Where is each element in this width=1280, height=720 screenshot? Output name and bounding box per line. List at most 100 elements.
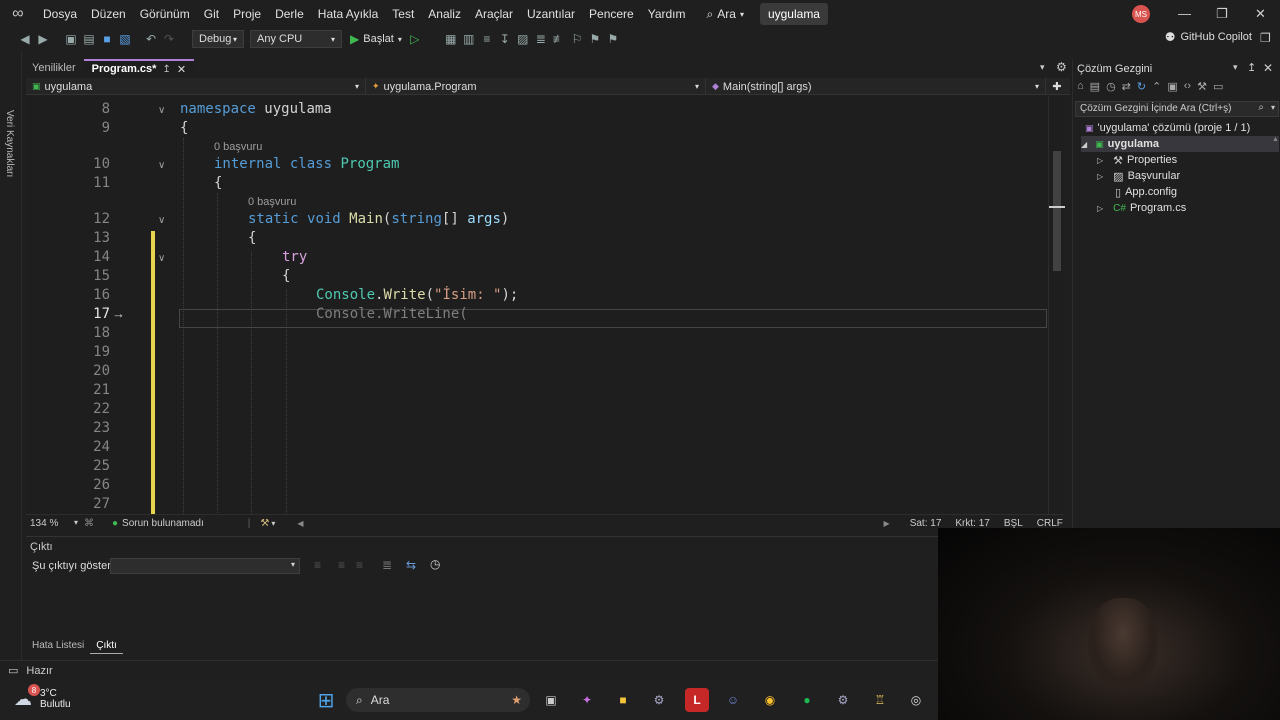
- spotify-icon[interactable]: ●: [795, 688, 819, 712]
- restore-icon[interactable]: ❐: [1216, 6, 1228, 22]
- menu-proje[interactable]: Proje: [226, 7, 268, 21]
- visual-studio-logo-icon[interactable]: ∞: [0, 0, 36, 28]
- menu-analiz[interactable]: Analiz: [421, 7, 468, 21]
- windows-start-icon[interactable]: ⊞: [314, 688, 338, 712]
- scroll-right-icon[interactable]: ▶: [884, 519, 890, 528]
- output-source-select[interactable]: ▾: [110, 558, 300, 574]
- tab-yenilikler[interactable]: Yenilikler: [24, 59, 84, 77]
- references-codelens[interactable]: 0 başvuru: [214, 141, 262, 153]
- solution-explorer-search[interactable]: Çözüm Gezgini İçinde Ara (Ctrl+ş) ⌕ ▾: [1075, 101, 1279, 117]
- comment-icon[interactable]: ≣: [532, 32, 550, 46]
- minimize-icon[interactable]: —: [1178, 6, 1191, 21]
- prev-bookmark-icon[interactable]: ⚑: [586, 32, 604, 46]
- word-wrap-icon[interactable]: ⇆: [406, 558, 416, 572]
- code-view-icon[interactable]: ‹›: [1184, 80, 1191, 96]
- type-dropdown[interactable]: ✦ uygulama.Program ▾: [366, 78, 706, 95]
- format-icon[interactable]: ≡: [478, 32, 496, 46]
- browser-link-icon[interactable]: ▦: [442, 32, 460, 46]
- zoom-select[interactable]: 134 % ▾: [30, 518, 78, 529]
- menu-git[interactable]: Git: [197, 7, 226, 21]
- next-message-icon[interactable]: ≡: [356, 558, 363, 572]
- pin-icon[interactable]: ↥: [162, 64, 170, 75]
- weather-widget[interactable]: ☁ 8 3°C Bulutlu: [14, 684, 71, 710]
- forward-icon[interactable]: ▶: [34, 32, 52, 46]
- code-editor[interactable]: 8 9 10 11 12 13 14 15 16 17 18 19 20 21 …: [26, 96, 1048, 514]
- code-cleanup-icon[interactable]: ⚒: [260, 518, 269, 529]
- tree-item-project[interactable]: ◢ ▣ uygulama: [1081, 136, 1279, 152]
- bookmark-icon[interactable]: ⚐: [568, 32, 586, 46]
- pin-icon[interactable]: ↥: [1247, 61, 1256, 74]
- close-icon[interactable]: ✕: [177, 63, 186, 76]
- league-client-icon[interactable]: ♖: [868, 688, 892, 712]
- sync-icon[interactable]: ⇄: [1122, 80, 1131, 96]
- close-icon[interactable]: ✕: [1263, 61, 1273, 75]
- window-position-icon[interactable]: ▾: [1233, 62, 1238, 73]
- settings-icon[interactable]: ⚙: [1056, 60, 1067, 74]
- editor-vertical-scrollbar[interactable]: [1048, 96, 1065, 514]
- uncomment-icon[interactable]: ≢: [550, 32, 568, 46]
- diagnostics-icon[interactable]: ▨: [514, 32, 532, 46]
- tree-item-program-cs[interactable]: ▷ C# Program.cs: [1097, 200, 1186, 216]
- properties-icon[interactable]: ⚒: [1197, 80, 1207, 96]
- find-message-icon[interactable]: ≡: [314, 558, 321, 572]
- member-dropdown[interactable]: ◆ Main(string[] args) ▾: [706, 78, 1046, 95]
- issues-indicator[interactable]: ● Sorun bulunamadı: [112, 518, 204, 529]
- switch-views-icon[interactable]: ▤: [1090, 80, 1100, 96]
- menu-duzen[interactable]: Düzen: [84, 7, 133, 21]
- redo-icon[interactable]: ↷: [160, 32, 178, 46]
- chrome-icon[interactable]: ◉: [758, 688, 782, 712]
- preview-icon[interactable]: ▭: [1213, 80, 1223, 96]
- steam-alt-icon[interactable]: ⚙: [831, 688, 855, 712]
- menu-gorunum[interactable]: Görünüm: [133, 7, 197, 21]
- tree-item-app-config[interactable]: ▯ App.config: [1115, 184, 1177, 200]
- solution-explorer-scrollbar[interactable]: ▲: [1272, 136, 1279, 276]
- tab-list-icon[interactable]: ▾: [1040, 62, 1045, 73]
- insert-mode-indicator[interactable]: BŞL: [1004, 518, 1023, 529]
- collapse-icon[interactable]: ∨: [158, 160, 165, 171]
- start-without-debugging-icon[interactable]: ▷: [406, 32, 424, 46]
- split-view-icon[interactable]: ✚: [1046, 78, 1068, 95]
- scroll-up-icon[interactable]: ▲: [1272, 136, 1279, 143]
- data-sources-tab[interactable]: Veri Kaynakları: [4, 110, 15, 177]
- menu-hata-ayikla[interactable]: Hata Ayıkla: [311, 7, 385, 21]
- save-icon[interactable]: ■: [98, 32, 116, 46]
- line-indicator[interactable]: Sat: 17: [910, 518, 942, 529]
- menu-araclar[interactable]: Araçlar: [468, 7, 520, 21]
- undo-icon[interactable]: ↶: [142, 32, 160, 46]
- layout-icon[interactable]: ▥: [460, 32, 478, 46]
- new-item-icon[interactable]: ▣: [62, 32, 80, 46]
- platform-select[interactable]: Any CPU ▾: [250, 30, 342, 48]
- show-all-files-icon[interactable]: ▣: [1167, 80, 1177, 96]
- collapse-icon[interactable]: ∨: [158, 105, 165, 116]
- tab-program-cs[interactable]: Program.cs* ↥ ✕: [83, 59, 195, 77]
- home-icon[interactable]: ⌂: [1077, 80, 1084, 96]
- column-indicator[interactable]: Krkt: 17: [955, 518, 989, 529]
- copilot-app-icon[interactable]: ✦: [575, 688, 599, 712]
- tree-item-solution[interactable]: ▣ 'uygulama' çözümü (proje 1 / 1): [1085, 120, 1250, 136]
- close-window-icon[interactable]: ✕: [1255, 6, 1266, 22]
- account-avatar[interactable]: MS: [1132, 5, 1150, 23]
- obs-icon[interactable]: ◎: [904, 688, 928, 712]
- tree-item-properties[interactable]: ▷ ⚒ Properties: [1097, 152, 1177, 168]
- collapse-icon[interactable]: ∨: [158, 215, 165, 226]
- git-icon[interactable]: ⌘: [84, 518, 94, 529]
- collapse-icon[interactable]: ∨: [158, 253, 165, 264]
- feedback-icon[interactable]: ❐: [1260, 31, 1271, 45]
- scrollbar-thumb[interactable]: [1053, 151, 1061, 271]
- references-codelens[interactable]: 0 başvuru: [248, 196, 296, 208]
- menu-test[interactable]: Test: [385, 7, 421, 21]
- github-copilot-button[interactable]: ⚉ GitHub Copilot: [1165, 30, 1252, 44]
- scroll-left-icon[interactable]: ◀: [297, 519, 303, 528]
- taskbar-search[interactable]: ⌕ Ara ★: [346, 688, 530, 712]
- previous-message-icon[interactable]: ≡: [338, 558, 345, 572]
- start-debug-button[interactable]: ▶ Başlat ▾: [350, 32, 402, 46]
- line-ending-indicator[interactable]: CRLF: [1037, 518, 1063, 529]
- refresh-icon[interactable]: ↻: [1137, 80, 1146, 96]
- tree-item-references[interactable]: ▷ ▨ Başvurular: [1097, 168, 1180, 184]
- task-view-icon[interactable]: ▣: [539, 688, 563, 712]
- tab-output[interactable]: Çıktı: [90, 640, 123, 654]
- tab-error-list[interactable]: Hata Listesi: [26, 640, 90, 654]
- lastpass-app-icon[interactable]: L: [685, 688, 709, 712]
- menu-pencere[interactable]: Pencere: [582, 7, 641, 21]
- menu-derle[interactable]: Derle: [268, 7, 311, 21]
